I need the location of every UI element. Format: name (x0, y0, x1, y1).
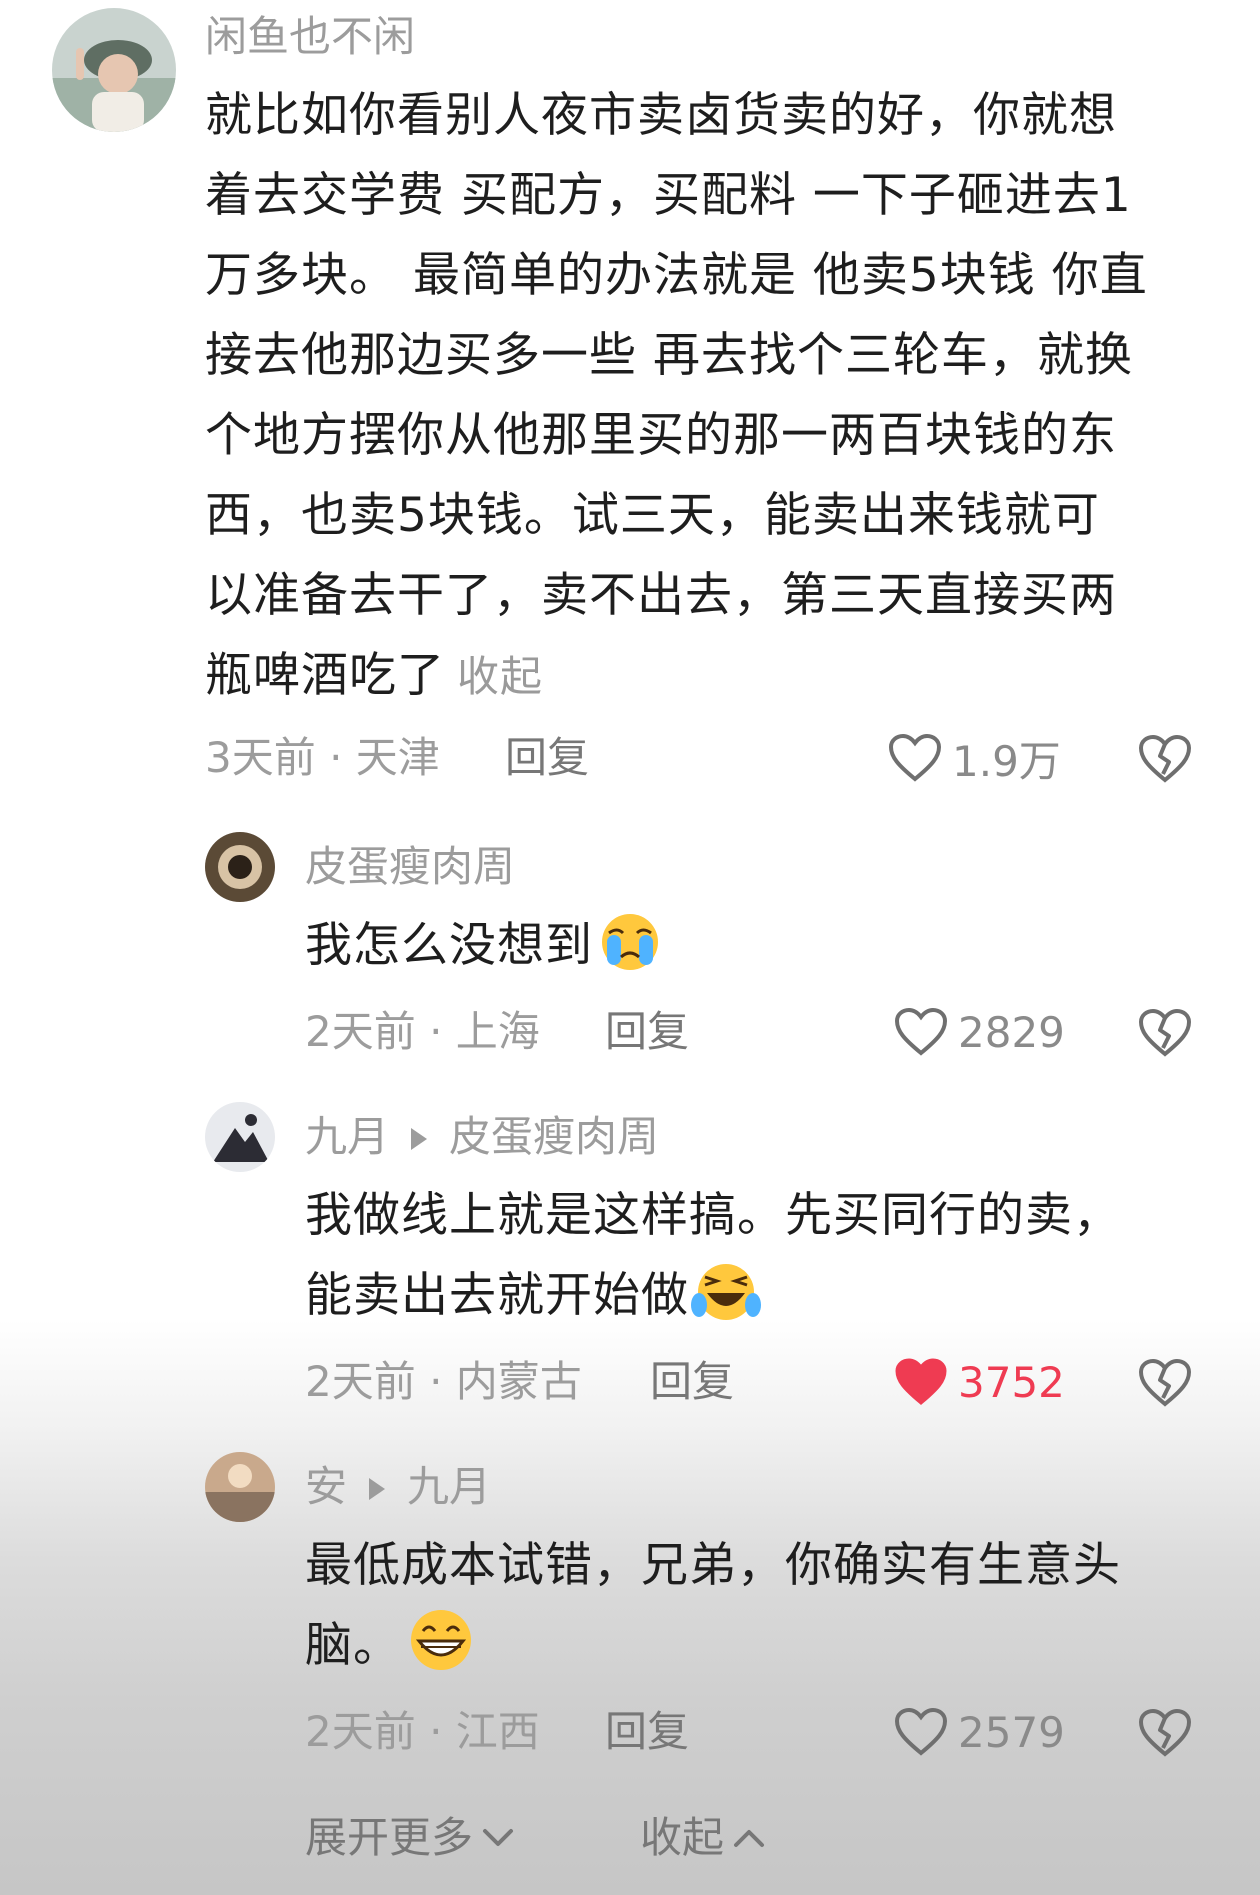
comment-line-text: 脑。 (305, 1618, 401, 1673)
like-button[interactable]: 2579 (894, 1702, 1065, 1762)
chevron-up-icon (734, 1830, 765, 1847)
broken-heart-icon[interactable] (1138, 1356, 1192, 1410)
comment-reply: 皮蛋瘦肉周 我怎么没想到 2天前 · 上海 回复 2829 (0, 820, 1260, 1070)
reply-button[interactable]: 回复 (650, 1352, 734, 1412)
time-location: 3天前 · 天津 (205, 733, 440, 782)
author-name[interactable]: 九月 (305, 1112, 389, 1161)
crying-face-icon (602, 914, 658, 970)
collapse-button[interactable]: 收起 (640, 1808, 766, 1868)
like-count: 2579 (958, 1707, 1065, 1757)
comment-line: 就比如你看别人夜市卖卤货卖的好，你就想 (205, 88, 1117, 143)
broken-heart-icon[interactable] (1138, 1006, 1192, 1060)
comment-text: 就比如你看别人夜市卖卤货卖的好，你就想 着去交学费 买配方，买配料 一下子砸进去… (205, 76, 1215, 717)
collapse-text-link[interactable]: 收起 (457, 652, 543, 701)
reply-to-name[interactable]: 九月 (407, 1462, 491, 1511)
comment-line: 以准备去干了，卖不出去，第三天直接买两 (205, 568, 1117, 623)
comment-meta: 2天前 · 江西 回复 (305, 1702, 745, 1762)
time-location: 2天前 · 江西 (305, 1707, 540, 1756)
heart-outline-icon (894, 1007, 948, 1056)
comment-author: 九月 皮蛋瘦肉周 (305, 1112, 659, 1162)
comment-line: 接去他那边买多一些 再去找个三轮车，就换 (205, 328, 1133, 383)
comment-main: 闲鱼也不闲 就比如你看别人夜市卖卤货卖的好，你就想 着去交学费 买配方，买配料 … (0, 0, 1260, 786)
comment-meta: 2天前 · 内蒙古 回复 (305, 1352, 785, 1412)
reply-to-name[interactable]: 皮蛋瘦肉周 (449, 1112, 659, 1161)
comment-text: 最低成本试错，兄弟，你确实有生意头 脑。 (305, 1526, 1205, 1686)
avatar[interactable] (52, 8, 176, 132)
comment-line: 我做线上就是这样搞。先买同行的卖， (305, 1188, 1121, 1243)
comment-author[interactable]: 皮蛋瘦肉周 (305, 842, 515, 892)
broken-heart-icon[interactable] (1138, 1706, 1192, 1760)
heart-outline-icon (894, 1707, 948, 1756)
avatar[interactable] (205, 1102, 275, 1172)
comment-line: 西，也卖5块钱。试三天，能卖出来钱就可 (205, 488, 1100, 543)
like-count: 3752 (958, 1357, 1065, 1407)
comment-meta: 3天前 · 天津 回复 (205, 728, 665, 788)
reply-button[interactable]: 回复 (505, 728, 589, 788)
comment-author[interactable]: 闲鱼也不闲 (205, 12, 415, 62)
reply-button[interactable]: 回复 (605, 1702, 689, 1762)
avatar[interactable] (205, 832, 275, 902)
collapse-label: 收起 (640, 1813, 725, 1862)
comment-line-text: 我怎么没想到 (305, 918, 593, 973)
comment-line: 着去交学费 买配方，买配料 一下子砸进去1 (205, 168, 1132, 223)
comment-meta: 2天前 · 上海 回复 (305, 1002, 745, 1062)
heart-outline-icon (888, 733, 942, 782)
comment-line: 脑。 (305, 1606, 1205, 1686)
like-button[interactable]: 1.9万 (888, 728, 1061, 788)
expand-more-button[interactable]: 展开更多 (305, 1808, 515, 1868)
chevron-down-icon (483, 1829, 514, 1846)
avatar[interactable] (205, 1452, 275, 1522)
like-button[interactable]: 3752 (894, 1352, 1065, 1412)
comment-text: 我怎么没想到 (305, 906, 1205, 986)
like-button[interactable]: 2829 (894, 1002, 1065, 1062)
comment-reply: 九月 皮蛋瘦肉周 我做线上就是这样搞。先买同行的卖， 能卖出去就开始做 2天前 ·… (0, 1090, 1260, 1420)
like-count: 2829 (958, 1007, 1065, 1057)
comment-line: 能卖出去就开始做 (305, 1256, 1205, 1336)
comment-line: 最低成本试错，兄弟，你确实有生意头 (305, 1538, 1121, 1593)
comment-line: 瓶啤酒吃了 收起 (205, 636, 1215, 717)
reply-arrow-icon (411, 1127, 428, 1150)
grinning-face-icon (411, 1610, 471, 1670)
broken-heart-icon[interactable] (1138, 732, 1192, 786)
comment-line-text: 瓶啤酒吃了 (205, 648, 445, 703)
comment-line-text: 能卖出去就开始做 (305, 1268, 689, 1323)
reply-arrow-icon (369, 1477, 386, 1500)
like-count: 1.9万 (952, 736, 1061, 786)
comment-reply: 安 九月 最低成本试错，兄弟，你确实有生意头 脑。 2天前 · 江西 回复 257… (0, 1440, 1260, 1770)
comment-line: 我怎么没想到 (305, 906, 1205, 986)
author-name[interactable]: 安 (305, 1462, 347, 1511)
heart-filled-icon (895, 1358, 947, 1405)
comment-text: 我做线上就是这样搞。先买同行的卖， 能卖出去就开始做 (305, 1176, 1205, 1336)
reply-button[interactable]: 回复 (605, 1002, 689, 1062)
time-location: 2天前 · 上海 (305, 1007, 540, 1056)
time-location: 2天前 · 内蒙古 (305, 1357, 582, 1406)
comment-line: 万多块。 最简单的办法就是 他卖5块钱 你直 (205, 248, 1148, 303)
comment-line: 个地方摆你从他那里买的那一两百块钱的东 (205, 408, 1117, 463)
comment-author: 安 九月 (305, 1462, 491, 1512)
expand-more-label: 展开更多 (305, 1813, 474, 1862)
laughing-tears-face-icon (691, 1264, 761, 1320)
